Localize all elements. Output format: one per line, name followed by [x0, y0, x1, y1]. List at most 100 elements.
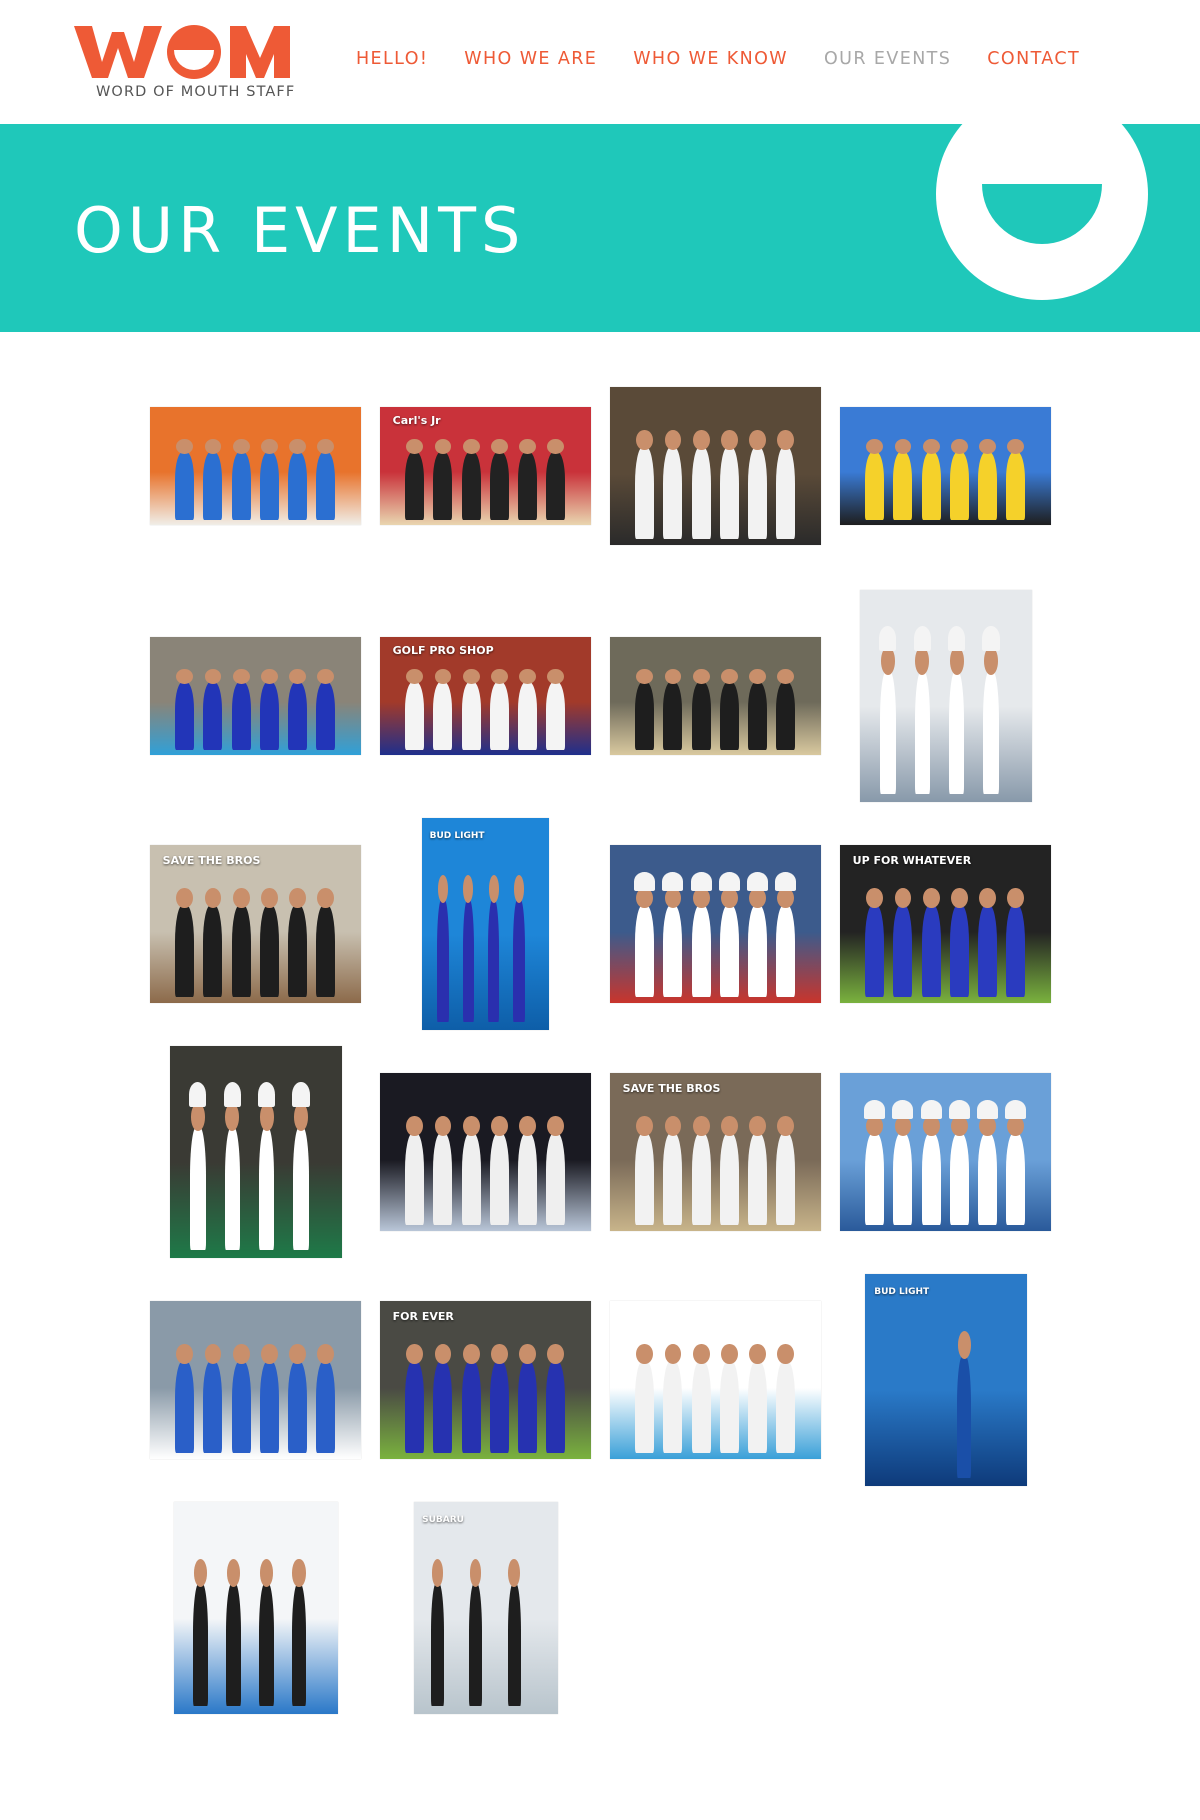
- person-head: [191, 1103, 205, 1131]
- gallery-item[interactable]: [150, 1502, 361, 1714]
- gallery-item[interactable]: [610, 360, 821, 572]
- person-figure: [203, 451, 223, 521]
- person-figure: [691, 905, 711, 997]
- person-figure: [231, 905, 251, 997]
- nav-item-who-we-know[interactable]: WHO WE KNOW: [633, 49, 788, 69]
- person-head: [232, 668, 250, 685]
- person-head: [232, 887, 250, 909]
- person-figure: [430, 1582, 444, 1706]
- event-photo: [610, 387, 821, 545]
- chef-hat-icon: [223, 1082, 241, 1108]
- gallery-item[interactable]: SUBARU: [380, 1502, 591, 1714]
- person-figure: [775, 905, 795, 997]
- gallery-item[interactable]: [840, 360, 1051, 572]
- gallery-item[interactable]: BUD LIGHT: [380, 818, 591, 1030]
- person-figure: [437, 898, 449, 1022]
- event-photo: SAVE THE BROS: [610, 1073, 821, 1231]
- person-figure: [433, 451, 453, 521]
- gallery-item[interactable]: GOLF PRO SHOP: [380, 590, 591, 802]
- person-head: [748, 429, 766, 451]
- event-photo: [610, 637, 821, 755]
- person-figure: [315, 905, 335, 997]
- gallery-item[interactable]: SAVE THE BROS: [150, 818, 361, 1030]
- person-head: [259, 1103, 274, 1131]
- person-head: [720, 668, 738, 685]
- event-photo: [610, 1301, 821, 1459]
- event-photo: Carl's Jr: [380, 407, 591, 525]
- gallery-item[interactable]: [840, 590, 1051, 802]
- gallery-item[interactable]: [150, 360, 361, 572]
- person-head: [490, 668, 508, 685]
- person-figure: [462, 898, 475, 1022]
- person-head: [950, 438, 968, 455]
- person-figure: [175, 451, 195, 521]
- person-figure: [545, 681, 565, 751]
- person-head: [547, 1115, 564, 1137]
- nav-item-who-we-are[interactable]: WHO WE ARE: [464, 49, 597, 69]
- person-head: [692, 1115, 710, 1137]
- person-figure: [719, 905, 739, 997]
- person-figure: [635, 1361, 655, 1453]
- person-figure: [489, 681, 509, 751]
- person-head: [915, 647, 930, 675]
- event-photo: [169, 1046, 342, 1258]
- chef-hat-icon: [948, 626, 966, 652]
- person-head: [1007, 438, 1024, 455]
- person-figure: [517, 1361, 537, 1453]
- person-figure: [1005, 451, 1025, 521]
- person-figure: [747, 681, 767, 751]
- gallery-item[interactable]: [150, 1274, 361, 1486]
- person-figure: [921, 905, 941, 997]
- nav-item-contact[interactable]: CONTACT: [987, 49, 1080, 69]
- gallery-item[interactable]: [840, 1046, 1051, 1258]
- event-photo: [150, 1301, 361, 1459]
- photo-caption: FOR EVER: [392, 1310, 454, 1324]
- gallery-item[interactable]: [610, 818, 821, 1030]
- chef-hat-icon: [864, 1099, 886, 1119]
- chef-hat-icon: [189, 1082, 207, 1108]
- person-figure: [775, 1133, 795, 1225]
- gallery-item[interactable]: [150, 1046, 361, 1258]
- photo-caption: Carl's Jr: [392, 414, 441, 428]
- person-head: [490, 438, 508, 455]
- person-figure: [461, 681, 481, 751]
- person-figure: [315, 451, 335, 521]
- person-head: [949, 647, 964, 675]
- event-photo: [840, 407, 1051, 525]
- person-figure: [691, 1133, 711, 1225]
- gallery-item[interactable]: SAVE THE BROS: [610, 1046, 821, 1258]
- gallery-item[interactable]: [610, 590, 821, 802]
- person-figure: [949, 905, 969, 997]
- person-head: [317, 887, 334, 909]
- person-head: [777, 429, 794, 451]
- person-figure: [719, 1361, 739, 1453]
- gallery-item[interactable]: BUD LIGHT: [840, 1274, 1051, 1486]
- person-head: [260, 438, 278, 455]
- person-figure: [949, 451, 969, 521]
- photo-caption: SAVE THE BROS: [162, 854, 261, 868]
- smile-o-icon: [936, 124, 1148, 300]
- person-figure: [775, 681, 795, 751]
- event-photo: [173, 1502, 338, 1714]
- gallery-item[interactable]: [380, 1046, 591, 1258]
- person-figure: [719, 1133, 739, 1225]
- gallery-item[interactable]: Carl's Jr: [380, 360, 591, 572]
- nav-item-hello[interactable]: HELLO!: [356, 49, 428, 69]
- event-photo: GOLF PRO SHOP: [380, 637, 591, 755]
- chef-hat-icon: [982, 626, 1000, 652]
- nav-item-our-events[interactable]: OUR EVENTS: [824, 49, 951, 69]
- person-head: [748, 668, 766, 685]
- person-figure: [287, 905, 307, 997]
- gallery-item[interactable]: [610, 1274, 821, 1486]
- person-head: [462, 668, 480, 685]
- gallery-item[interactable]: FOR EVER: [380, 1274, 591, 1486]
- person-head: [317, 438, 334, 455]
- site-logo[interactable]: WORD OF MOUTH STAFF: [74, 20, 314, 102]
- person-figure: [231, 451, 251, 521]
- gallery-item[interactable]: UP FOR WHATEVER: [840, 818, 1051, 1030]
- event-photo: BUD LIGHT: [422, 818, 549, 1030]
- person-head: [720, 1343, 738, 1365]
- gallery-item[interactable]: [150, 590, 361, 802]
- chef-hat-icon: [1004, 1099, 1027, 1119]
- person-figure: [719, 447, 739, 539]
